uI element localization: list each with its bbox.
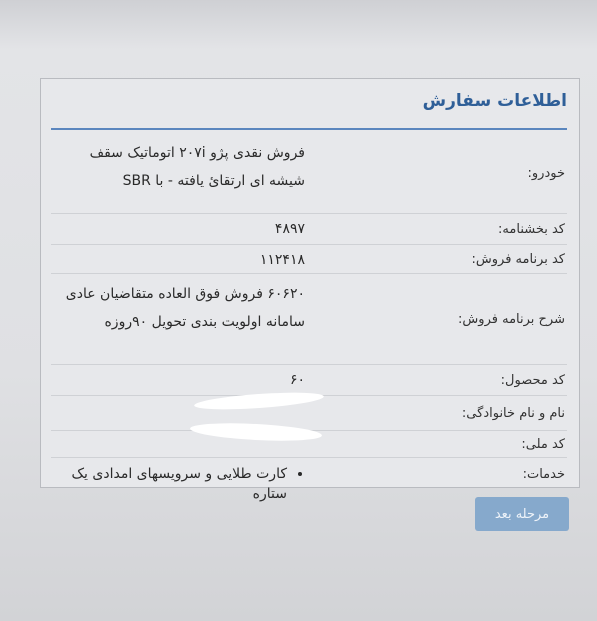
product-code-label: کد محصول: [500,372,565,388]
product-code-value: ۶۰ [289,372,305,388]
row-sales-program-code: کد برنامه فروش: ۱۱۲۴۱۸ [51,245,567,274]
service-item: کارت طلایی و سرویسهای امدادی یک ستاره [51,464,287,504]
services-label: خدمات: [522,466,565,482]
order-info-panel: اطلاعات سفارش خودرو: فروش نقدی پژو ۲۰۷i … [40,78,580,502]
sales-program-description-label: شرح برنامه فروش: [458,311,565,327]
next-step-button[interactable]: مرحله بعد [475,497,569,531]
sales-program-code-value: ۱۱۲۴۱۸ [259,252,305,268]
services-value: کارت طلایی و سرویسهای امدادی یک ستاره [51,458,309,502]
sales-program-code-label: کد برنامه فروش: [471,251,566,267]
row-product-code: کد محصول: ۶۰ [51,365,567,396]
national-id-label: کد ملی: [521,436,565,452]
row-car: خودرو: فروش نقدی پژو ۲۰۷i اتوماتیک سقف ش… [51,133,567,214]
row-circular-code: کد بخشنامه: ۴۸۹۷ [51,214,567,245]
services-list: کارت طلایی و سرویسهای امدادی یک ستاره [51,464,305,504]
panel-title: اطلاعات سفارش [422,91,567,111]
car-value: فروش نقدی پژو ۲۰۷i اتوماتیک سقف شیشه ای … [89,145,305,189]
full-name-label: نام و نام خانوادگی: [461,405,565,421]
circular-code-label: کد بخشنامه: [498,221,565,237]
row-services: خدمات: کارت طلایی و سرویسهای امدادی یک س… [51,458,567,502]
car-label: خودرو: [527,165,565,181]
row-sales-program-description: شرح برنامه فروش: ۶۰۶۲۰ فروش فوق العاده م… [51,274,567,365]
screen-background: اطلاعات سفارش خودرو: فروش نقدی پژو ۲۰۷i … [0,0,597,621]
circular-code-value: ۴۸۹۷ [274,221,305,237]
title-divider [51,128,567,130]
sales-program-description-value: ۶۰۶۲۰ فروش فوق العاده متقاضیان عادی ساما… [65,286,305,330]
